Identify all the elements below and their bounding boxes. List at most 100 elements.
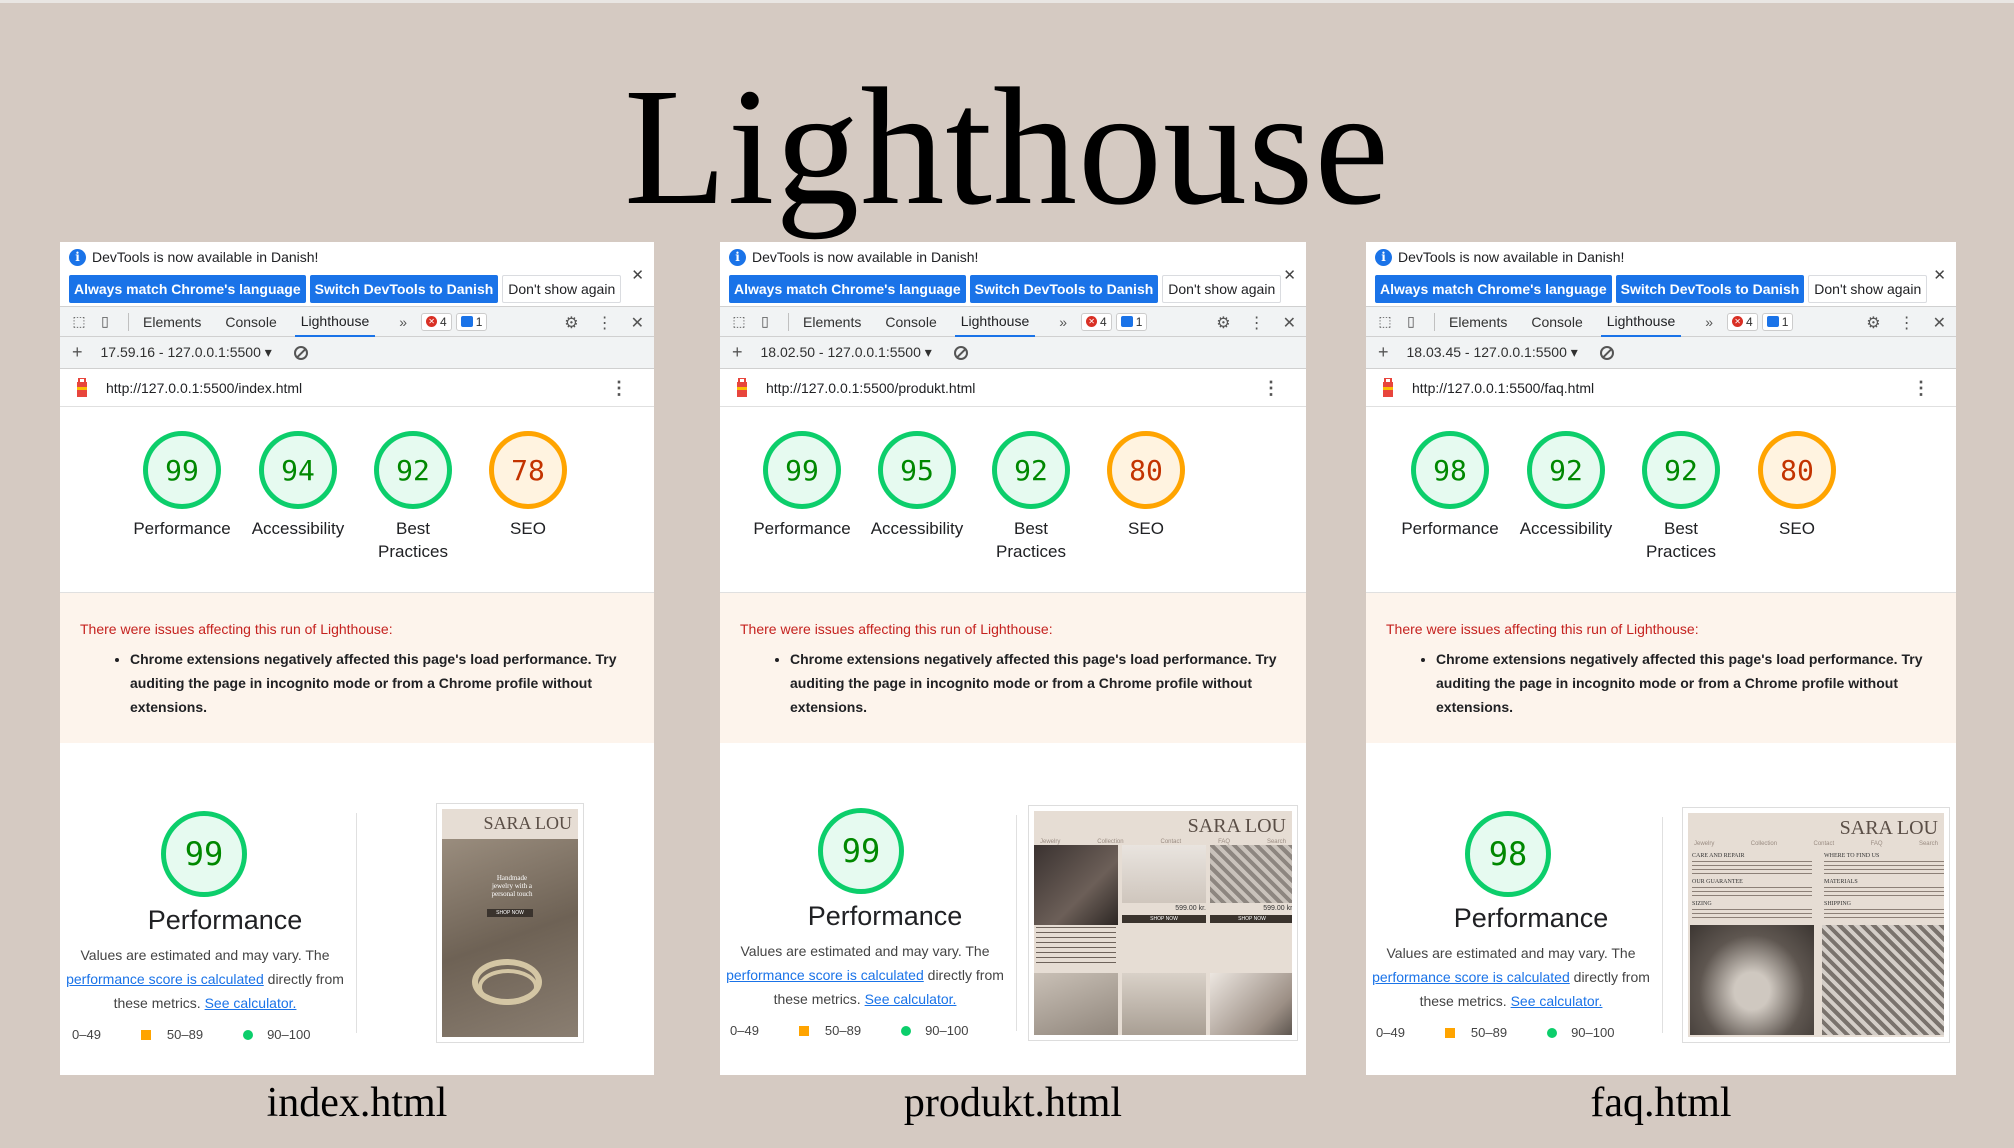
score-seo[interactable]: 80 SEO <box>1088 431 1204 540</box>
new-report-icon[interactable]: + <box>72 342 83 363</box>
faq-heading-5: SIZING <box>1692 901 1712 907</box>
messages-badge[interactable]: 1 <box>455 312 488 331</box>
report-menu-icon[interactable]: ⋮ <box>1262 378 1280 399</box>
settings-gear-icon[interactable]: ⚙ <box>1216 313 1230 333</box>
page-screenshot-thumbnail[interactable]: SARA LOU Jewelry Collection Contact FAQ Sear… <box>1682 807 1950 1043</box>
score-performance[interactable]: 99 Performance <box>124 431 240 540</box>
new-report-icon[interactable]: + <box>1378 342 1389 363</box>
score-calculated-link[interactable]: performance score is calculated <box>1372 969 1570 985</box>
more-options-icon[interactable]: ⋮ <box>1899 313 1915 333</box>
tab-elements[interactable]: Elements <box>803 308 861 336</box>
legend-pass-label: 90–100 <box>267 1027 311 1042</box>
screenshot-index: SARA LOU Handmade jewelry with a personal … <box>442 809 578 1037</box>
score-seo-gauge: 78 <box>489 431 567 509</box>
always-match-language-button[interactable]: Always match Chrome's language <box>1375 275 1612 303</box>
score-accessibility[interactable]: 95 Accessibility <box>859 431 975 540</box>
see-calculator-link[interactable]: See calculator. <box>865 991 957 1007</box>
report-url[interactable]: http://127.0.0.1:5500/faq.html <box>1412 380 1594 396</box>
close-devtools-icon[interactable]: ✕ <box>631 313 644 333</box>
more-tabs-icon[interactable]: » <box>1059 314 1067 330</box>
clear-reports-icon[interactable] <box>293 345 308 360</box>
messages-badge[interactable]: 1 <box>1761 312 1794 331</box>
switch-to-danish-button[interactable]: Switch DevTools to Danish <box>309 275 499 303</box>
product-photo-4 <box>1034 973 1118 1035</box>
more-tabs-icon[interactable]: » <box>1705 314 1713 330</box>
close-banner-icon[interactable]: ✕ <box>631 266 644 284</box>
always-match-language-button[interactable]: Always match Chrome's language <box>69 275 306 303</box>
score-calculated-link[interactable]: performance score is calculated <box>66 971 264 987</box>
inspect-element-icon[interactable]: ⬚ <box>730 313 748 331</box>
dont-show-again-button[interactable]: Don't show again <box>1808 275 1928 303</box>
switch-to-danish-button[interactable]: Switch DevTools to Danish <box>1615 275 1805 303</box>
tab-lighthouse[interactable]: Lighthouse <box>1600 307 1682 337</box>
errors-badge[interactable]: ✕ 4 <box>1727 312 1758 331</box>
session-select[interactable]: 18.02.50 - 127.0.0.1:5500 ▾ <box>761 344 932 361</box>
score-seo[interactable]: 78 SEO <box>470 431 586 540</box>
more-tabs-icon[interactable]: » <box>399 314 407 330</box>
tab-console[interactable]: Console <box>885 308 936 336</box>
score-best-practices[interactable]: 92 Best Practices <box>1623 431 1739 563</box>
settings-gear-icon[interactable]: ⚙ <box>564 313 578 333</box>
session-select[interactable]: 17.59.16 - 127.0.0.1:5500 ▾ <box>101 344 272 361</box>
legend-pass-label: 90–100 <box>925 1023 969 1038</box>
legend-average-icon <box>1444 1027 1455 1038</box>
clear-reports-icon[interactable] <box>1599 345 1614 360</box>
session-select[interactable]: 18.03.45 - 127.0.0.1:5500 ▾ <box>1407 344 1578 361</box>
close-devtools-icon[interactable]: ✕ <box>1933 313 1946 333</box>
score-accessibility[interactable]: 92 Accessibility <box>1508 431 1624 540</box>
see-calculator-link[interactable]: See calculator. <box>205 995 297 1011</box>
close-banner-icon[interactable]: ✕ <box>1283 266 1296 284</box>
dont-show-again-button[interactable]: Don't show again <box>502 275 622 303</box>
report-menu-icon[interactable]: ⋮ <box>610 378 628 399</box>
tab-elements[interactable]: Elements <box>143 308 201 336</box>
report-url[interactable]: http://127.0.0.1:5500/index.html <box>106 380 302 396</box>
more-options-icon[interactable]: ⋮ <box>597 313 613 333</box>
run-warnings: There were issues affecting this run of … <box>60 593 654 743</box>
clear-reports-icon[interactable] <box>953 345 968 360</box>
score-seo[interactable]: 80 SEO <box>1739 431 1855 540</box>
inspect-element-icon[interactable]: ⬚ <box>1376 313 1394 331</box>
score-performance[interactable]: 98 Performance <box>1392 431 1508 540</box>
new-report-icon[interactable]: + <box>732 342 743 363</box>
faq-heading-1: CARE AND REPAIR <box>1692 853 1745 859</box>
score-best-practices[interactable]: 92 Best Practices <box>973 431 1089 563</box>
errors-badge[interactable]: ✕ 4 <box>421 312 452 331</box>
page-screenshot-thumbnail[interactable]: SARA LOU Jewelry Collection Contact FAQ Sear… <box>1028 805 1298 1041</box>
device-toolbar-icon[interactable]: ▯ <box>756 313 774 331</box>
inspect-element-icon[interactable]: ⬚ <box>70 313 88 331</box>
score-best-practices-gauge: 92 <box>374 431 452 509</box>
caption-faq: faq.html <box>1590 1080 1732 1126</box>
always-match-language-button[interactable]: Always match Chrome's language <box>729 275 966 303</box>
switch-to-danish-button[interactable]: Switch DevTools to Danish <box>969 275 1159 303</box>
score-performance[interactable]: 99 Performance <box>744 431 860 540</box>
tab-lighthouse[interactable]: Lighthouse <box>294 307 376 337</box>
score-best-practices[interactable]: 92 Best Practices <box>355 431 471 563</box>
warning-item: Chrome extensions negatively affected th… <box>130 647 634 719</box>
tab-elements[interactable]: Elements <box>1449 308 1507 336</box>
legend-fail-label: 0–49 <box>72 1027 101 1042</box>
screenshot-produkt: SARA LOU Jewelry Collection Contact FAQ Sear… <box>1034 811 1292 1035</box>
score-calculated-link[interactable]: performance score is calculated <box>726 967 924 983</box>
dont-show-again-button[interactable]: Don't show again <box>1162 275 1282 303</box>
banner-text: DevTools is now available in Danish! <box>752 249 979 265</box>
report-menu-icon[interactable]: ⋮ <box>1912 378 1930 399</box>
more-options-icon[interactable]: ⋮ <box>1249 313 1265 333</box>
tab-lighthouse[interactable]: Lighthouse <box>954 307 1036 337</box>
tab-console[interactable]: Console <box>1531 308 1582 336</box>
score-accessibility[interactable]: 94 Accessibility <box>240 431 356 540</box>
device-toolbar-icon[interactable]: ▯ <box>96 313 114 331</box>
messages-badge[interactable]: 1 <box>1115 312 1148 331</box>
toolbar-right: ⚙ ⋮ ✕ <box>1216 313 1296 333</box>
legend-fail: 0–49 <box>72 1027 101 1042</box>
product-photo-2 <box>1122 845 1206 903</box>
close-banner-icon[interactable]: ✕ <box>1933 266 1946 284</box>
close-devtools-icon[interactable]: ✕ <box>1283 313 1296 333</box>
see-calculator-link[interactable]: See calculator. <box>1511 993 1603 1009</box>
device-toolbar-icon[interactable]: ▯ <box>1402 313 1420 331</box>
errors-badge[interactable]: ✕ 4 <box>1081 312 1112 331</box>
report-url[interactable]: http://127.0.0.1:5500/produkt.html <box>766 380 975 396</box>
page-screenshot-thumbnail[interactable]: SARA LOU Handmade jewelry with a personal … <box>436 803 584 1043</box>
tab-console[interactable]: Console <box>225 308 276 336</box>
settings-gear-icon[interactable]: ⚙ <box>1866 313 1880 333</box>
language-banner: i DevTools is now available in Danish! ✕ <box>1366 242 1956 284</box>
